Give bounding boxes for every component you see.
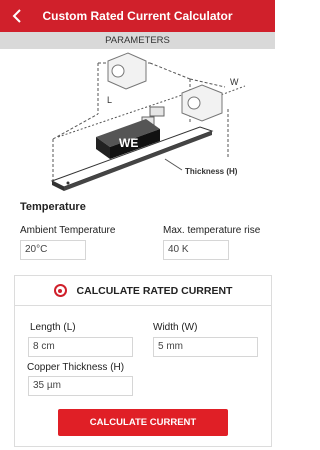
width-dimension-label: W xyxy=(230,77,239,87)
copper-thickness-label: Copper Thickness (H) xyxy=(27,362,125,373)
app-header: Custom Rated Current Calculator xyxy=(0,0,275,32)
max-temperature-rise-input[interactable]: 40 K xyxy=(163,240,229,260)
calculate-current-button[interactable]: CALCULATE CURRENT xyxy=(58,409,228,436)
ambient-temperature-label: Ambient Temperature xyxy=(20,225,116,236)
back-chevron-icon[interactable] xyxy=(8,7,26,25)
width-input[interactable]: 5 mm xyxy=(153,337,258,357)
copper-thickness-input[interactable]: 35 µm xyxy=(28,376,133,396)
length-input[interactable]: 8 cm xyxy=(28,337,133,357)
busbar-diagram: WE L W Thickness (H) xyxy=(0,49,275,195)
length-dimension-label: L xyxy=(107,95,112,105)
parameters-bar: PARAMETERS xyxy=(0,32,275,49)
calculate-rated-current-header[interactable]: CALCULATE RATED CURRENT xyxy=(15,276,271,306)
radio-selected-icon[interactable] xyxy=(53,284,67,297)
page-title: Custom Rated Current Calculator xyxy=(42,9,233,23)
we-logo: WE xyxy=(119,136,138,150)
temperature-heading: Temperature xyxy=(20,201,86,213)
length-label: Length (L) xyxy=(30,322,76,333)
calculate-rated-current-title: CALCULATE RATED CURRENT xyxy=(76,284,233,297)
width-label: Width (W) xyxy=(153,322,198,333)
max-temperature-rise-label: Max. temperature rise xyxy=(163,225,261,236)
thickness-dimension-label: Thickness (H) xyxy=(185,167,238,176)
ambient-temperature-input[interactable]: 20°C xyxy=(20,240,86,260)
